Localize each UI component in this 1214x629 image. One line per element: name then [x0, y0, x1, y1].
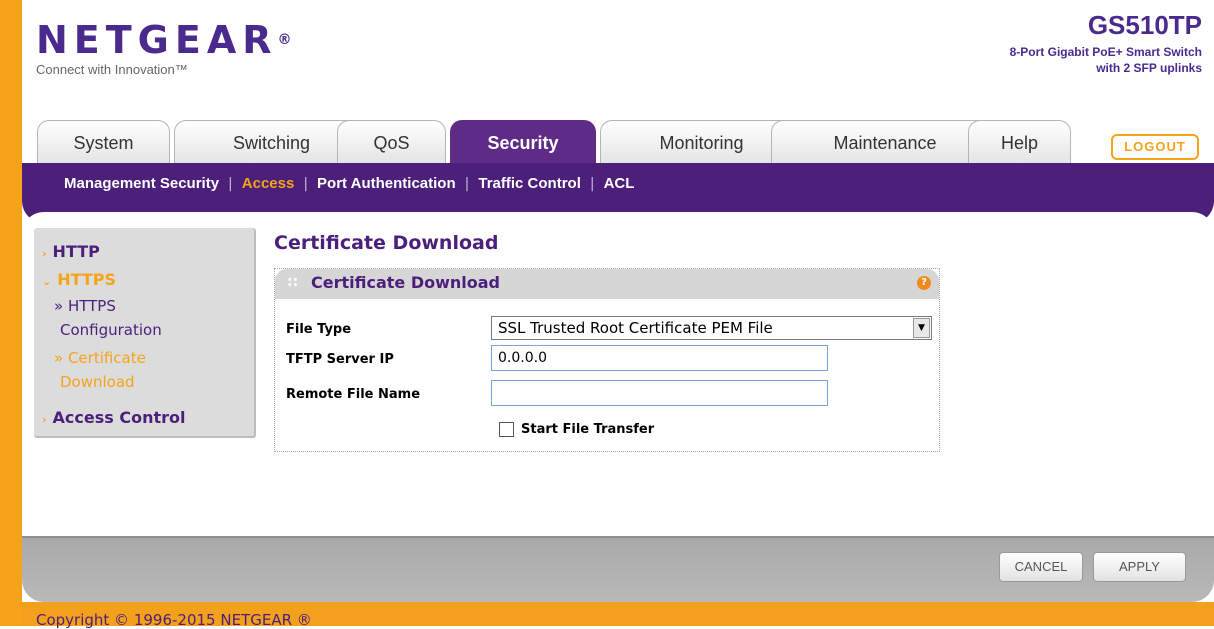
start-file-transfer-label: Start File Transfer [521, 422, 655, 437]
menu-https-label: HTTPS [57, 270, 117, 289]
menu-access-control-label: Access Control [52, 408, 186, 427]
left-accent-strip [0, 0, 22, 626]
tab-system[interactable]: System [37, 120, 170, 164]
menu-certificate-download-line2: Download [60, 373, 135, 391]
subnav-traffic-control[interactable]: Traffic Control [478, 175, 581, 192]
subnav-management-security[interactable]: Management Security [64, 175, 219, 192]
panel-header: :: Certificate Download ? [275, 269, 939, 299]
drag-dots-icon: :: [287, 274, 299, 290]
menu-certificate-download-line1: » Certificate [54, 349, 146, 367]
file-type-select[interactable]: SSL Trusted Root Certificate PEM File ▼ [491, 316, 932, 340]
menu-http[interactable]: › HTTP [42, 242, 100, 261]
dropdown-arrow-icon[interactable]: ▼ [913, 318, 930, 338]
tab-help[interactable]: Help [968, 120, 1071, 164]
tab-security[interactable]: Security [450, 120, 596, 164]
file-type-selected-value: SSL Trusted Root Certificate PEM File [498, 319, 773, 337]
chevron-down-icon: ⌄ [42, 275, 52, 288]
logout-button[interactable]: LOGOUT [1111, 134, 1199, 160]
cancel-button[interactable]: CANCEL [999, 552, 1083, 582]
apply-button[interactable]: APPLY [1093, 552, 1186, 582]
menu-certificate-download[interactable]: » Certificate Download [54, 346, 146, 394]
chevron-right-icon: › [42, 413, 47, 426]
tftp-server-ip-label: TFTP Server IP [286, 352, 394, 367]
start-file-transfer-checkbox[interactable] [499, 422, 514, 437]
copyright-text: Copyright © 1996-2015 NETGEAR ® [36, 611, 312, 629]
remote-file-name-label: Remote File Name [286, 387, 421, 402]
subnav-separator: | [228, 175, 233, 192]
menu-access-control[interactable]: › Access Control [42, 408, 186, 427]
subnav-access[interactable]: Access [242, 175, 295, 192]
chevron-right-icon: › [42, 247, 47, 260]
subnav-port-authentication[interactable]: Port Authentication [317, 175, 456, 192]
model-info: GS510TP 8-Port Gigabit PoE+ Smart Switch… [1010, 10, 1202, 76]
subnav-separator: | [464, 175, 470, 192]
menu-https-configuration[interactable]: » HTTPS Configuration [54, 294, 162, 342]
brand-name: NETGEAR [36, 18, 278, 62]
remote-file-name-input[interactable] [491, 380, 828, 406]
panel-title: Certificate Download [311, 273, 500, 292]
menu-https[interactable]: ⌄ HTTPS [42, 270, 116, 289]
tftp-server-ip-input[interactable] [491, 345, 828, 371]
file-type-label: File Type [286, 322, 352, 337]
page-title: Certificate Download [274, 232, 499, 254]
menu-https-configuration-line1: » HTTPS [54, 297, 116, 315]
menu-http-label: HTTP [52, 242, 100, 261]
subnav-separator: | [303, 175, 309, 192]
tab-maintenance[interactable]: Maintenance [771, 120, 999, 164]
model-description-line1: 8-Port Gigabit PoE+ Smart Switch [1009, 45, 1202, 59]
model-description-line2: with 2 SFP uplinks [1096, 61, 1202, 75]
model-name: GS510TP [1087, 10, 1202, 40]
brand-mark: ® [277, 32, 292, 48]
subnav-separator: | [589, 175, 595, 192]
menu-https-configuration-line2: Configuration [60, 321, 162, 339]
netgear-logo: NETGEAR® Connect with Innovation™ [36, 20, 292, 77]
left-menu: › HTTP ⌄ HTTPS » HTTPS Configuration » Cer… [34, 228, 256, 438]
brand-tagline: Connect with Innovation™ [36, 62, 188, 77]
subnav-acl[interactable]: ACL [604, 175, 635, 192]
help-icon[interactable]: ? [917, 276, 931, 290]
tab-qos[interactable]: QoS [337, 120, 446, 164]
